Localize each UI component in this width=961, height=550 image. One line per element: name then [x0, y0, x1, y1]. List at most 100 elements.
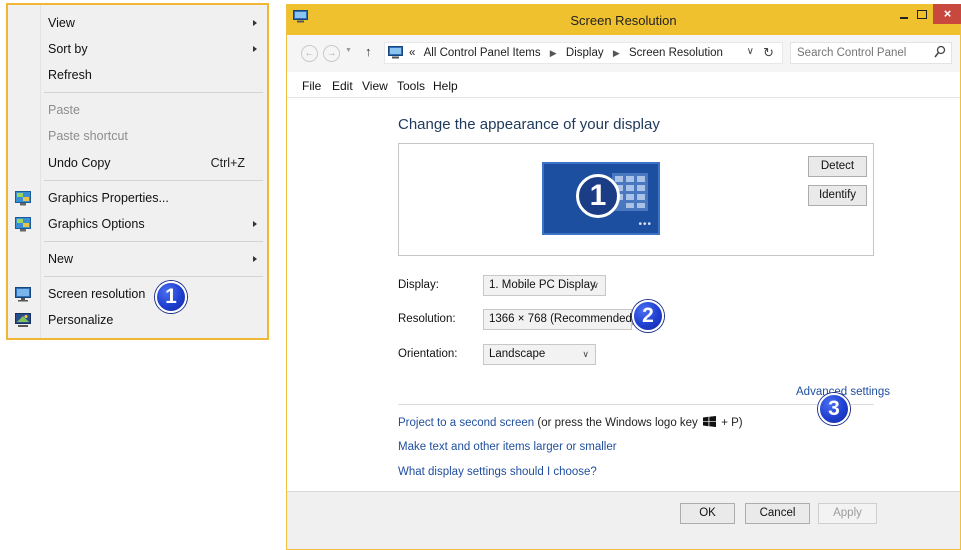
- submenu-arrow-icon: [253, 46, 257, 52]
- search-icon[interactable]: [934, 45, 946, 59]
- step-badge-3: 3: [818, 393, 850, 425]
- display-label: Display:: [398, 279, 439, 291]
- personalize-icon: [15, 312, 31, 327]
- monitor-1[interactable]: 1 •••: [542, 162, 660, 235]
- resolution-label: Resolution:: [398, 313, 456, 325]
- step-badge-2: 2: [632, 300, 664, 332]
- menu-item-view[interactable]: View: [8, 11, 267, 35]
- display-select[interactable]: 1. Mobile PC Display ∨: [483, 275, 606, 296]
- menu-item-label: Sort by: [48, 42, 88, 56]
- windows-logo-icon: [703, 416, 717, 427]
- display-settings-help-link[interactable]: What display settings should I choose?: [398, 466, 597, 478]
- breadcrumb[interactable]: « All Control Panel Items ▶ Display ▶ Sc…: [384, 42, 783, 64]
- menu-tools[interactable]: Tools: [397, 79, 425, 93]
- back-button[interactable]: ←: [301, 45, 318, 62]
- up-button[interactable]: ↑: [365, 44, 372, 59]
- ok-button[interactable]: OK: [680, 503, 735, 524]
- menu-help[interactable]: Help: [433, 79, 458, 93]
- orientation-select-value: Landscape: [489, 348, 546, 360]
- address-bar: ← → ▼ ↑ « All Control Panel Items ▶ Disp…: [287, 35, 960, 72]
- menu-item-label: Graphics Properties...: [48, 191, 169, 205]
- close-button[interactable]: ×: [933, 4, 961, 24]
- detect-button[interactable]: Detect: [808, 156, 867, 177]
- menu-item-label: Graphics Options: [48, 217, 145, 231]
- project-hint-text: (or press the Windows logo key: [537, 417, 698, 429]
- menu-item-label: Paste shortcut: [48, 129, 128, 143]
- breadcrumb-item[interactable]: All Control Panel Items: [424, 47, 541, 59]
- project-second-screen-link[interactable]: Project to a second screen: [398, 417, 534, 429]
- menu-separator: [44, 92, 263, 93]
- menu-item-graphics-options[interactable]: Graphics Options: [8, 212, 267, 236]
- menu-item-graphics-properties[interactable]: Graphics Properties...: [8, 186, 267, 210]
- menu-item-label: New: [48, 252, 74, 266]
- identify-button[interactable]: Identify: [808, 185, 867, 206]
- cancel-button[interactable]: Cancel: [745, 503, 810, 524]
- menu-item-refresh[interactable]: Refresh: [8, 63, 267, 87]
- menu-item-undo-copy[interactable]: Undo Copy Ctrl+Z: [8, 151, 267, 175]
- menu-item-label: Personalize: [48, 313, 114, 327]
- menu-separator: [44, 180, 263, 181]
- display-select-value: 1. Mobile PC Display: [489, 279, 596, 291]
- menu-item-paste: Paste: [8, 98, 267, 122]
- breadcrumb-overflow[interactable]: «: [409, 47, 415, 59]
- step-badge-1: 1: [155, 281, 187, 313]
- submenu-arrow-icon: [253, 221, 257, 227]
- display-icon: [15, 286, 31, 301]
- submenu-arrow-icon: [253, 20, 257, 26]
- resolution-select[interactable]: 1366 × 768 (Recommended): [483, 309, 636, 330]
- menu-view[interactable]: View: [362, 79, 388, 93]
- menu-separator: [44, 241, 263, 242]
- chevron-down-icon: ∨: [592, 280, 599, 290]
- project-line: Project to a second screen (or press the…: [398, 416, 743, 429]
- menu-item-personalize[interactable]: Personalize: [8, 308, 267, 332]
- menu-item-paste-shortcut: Paste shortcut: [8, 124, 267, 148]
- menu-item-label: Undo Copy: [48, 156, 111, 170]
- dialog-footer: OK Cancel Apply: [287, 491, 960, 549]
- text-size-link[interactable]: Make text and other items larger or smal…: [398, 441, 617, 453]
- display-preview: 1 ••• Detect Identify: [398, 143, 874, 256]
- refresh-icon[interactable]: ↻: [763, 45, 774, 61]
- orientation-select[interactable]: Landscape ∨: [483, 344, 596, 365]
- address-dropdown-icon[interactable]: ∨: [747, 46, 754, 57]
- window-title: Screen Resolution: [570, 13, 677, 28]
- menu-edit[interactable]: Edit: [332, 79, 353, 93]
- menu-item-new[interactable]: New: [8, 247, 267, 271]
- search-input[interactable]: [791, 43, 931, 63]
- menu-item-label: Refresh: [48, 68, 92, 82]
- project-hint-key: + P): [721, 417, 743, 429]
- orientation-label: Orientation:: [398, 348, 458, 360]
- graphics-icon: [15, 216, 31, 231]
- graphics-icon: [15, 190, 31, 205]
- menu-bar: File Edit View Tools Help: [287, 72, 960, 98]
- recent-locations-chevron-icon[interactable]: ▼: [345, 47, 352, 54]
- divider: [398, 404, 874, 405]
- monitor-number: 1: [576, 174, 620, 218]
- breadcrumb-separator-icon[interactable]: ▶: [550, 48, 557, 58]
- menu-file[interactable]: File: [302, 79, 321, 93]
- page-title: Change the appearance of your display: [398, 116, 660, 133]
- apply-button: Apply: [818, 503, 877, 524]
- chevron-down-icon: ∨: [582, 349, 589, 359]
- menu-item-label: Paste: [48, 103, 80, 117]
- control-panel-icon: [388, 46, 403, 59]
- main-content: Change the appearance of your display 1 …: [287, 98, 960, 549]
- breadcrumb-separator-icon[interactable]: ▶: [613, 48, 620, 58]
- resolution-select-value: 1366 × 768 (Recommended): [489, 313, 636, 325]
- submenu-arrow-icon: [253, 256, 257, 262]
- menu-item-screen-resolution[interactable]: Screen resolution: [8, 282, 267, 306]
- menu-item-sort-by[interactable]: Sort by: [8, 37, 267, 61]
- menu-separator: [44, 276, 263, 277]
- breadcrumb-item[interactable]: Display: [566, 47, 604, 59]
- menu-item-label: Screen resolution: [48, 287, 146, 301]
- forward-button[interactable]: →: [323, 45, 340, 62]
- screen-resolution-window: Screen Resolution × ← → ▼ ↑ « All Contro…: [286, 4, 961, 550]
- maximize-button[interactable]: [913, 6, 933, 24]
- desktop-context-menu: View Sort by Refresh Paste Paste shortcu…: [6, 3, 269, 340]
- menu-item-label: View: [48, 16, 75, 30]
- search-box[interactable]: [790, 42, 952, 64]
- minimize-button[interactable]: [898, 9, 912, 23]
- breadcrumb-item[interactable]: Screen Resolution: [629, 47, 723, 59]
- menu-item-shortcut: Ctrl+Z: [210, 156, 245, 170]
- breadcrumb-path: « All Control Panel Items ▶ Display ▶ Sc…: [409, 47, 723, 59]
- title-bar: Screen Resolution ×: [287, 4, 961, 35]
